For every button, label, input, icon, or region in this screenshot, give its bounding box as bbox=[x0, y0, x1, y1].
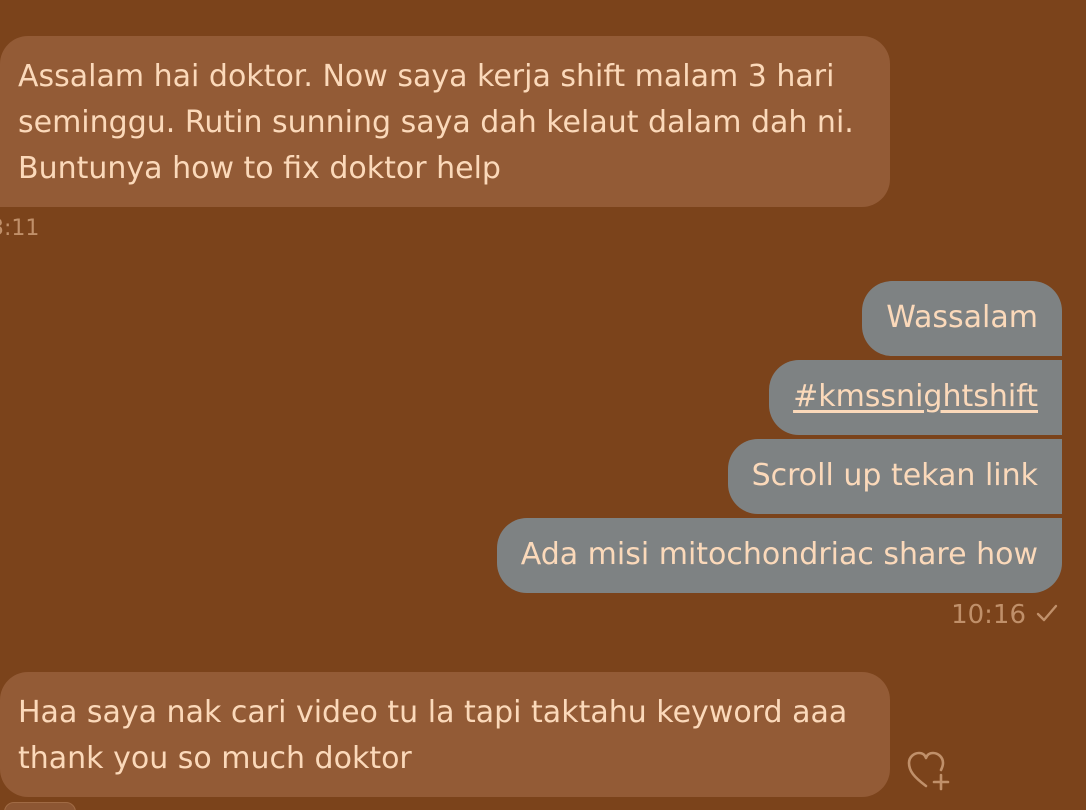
next-message-peek bbox=[4, 802, 76, 810]
hashtag-link[interactable]: #kmssnightshift bbox=[793, 379, 1038, 414]
outgoing-message-bubble-hashtag[interactable]: #kmssnightshift bbox=[769, 360, 1062, 435]
message-text: Wassalam bbox=[886, 300, 1038, 335]
check-icon bbox=[1036, 600, 1058, 630]
outgoing-message-bubble[interactable]: Scroll up tekan link bbox=[727, 439, 1062, 514]
message-text: Assalam hai doktor. Now saya kerja shift… bbox=[18, 59, 854, 186]
incoming-message-bubble[interactable]: Assalam hai doktor. Now saya kerja shift… bbox=[0, 36, 890, 207]
outgoing-message-timestamp: 10:16 bbox=[951, 600, 1026, 630]
outgoing-message-meta: 10:16 bbox=[951, 600, 1058, 630]
incoming-message-timestamp: 3:11 bbox=[0, 216, 40, 241]
outgoing-message-bubble[interactable]: Wassalam bbox=[862, 281, 1062, 356]
message-text: Scroll up tekan link bbox=[751, 458, 1038, 493]
incoming-message-bubble[interactable]: Haa saya nak cari video tu la tapi takta… bbox=[0, 672, 890, 797]
chat-screen: Assalam hai doktor. Now saya kerja shift… bbox=[0, 0, 1086, 810]
outgoing-message-bubble[interactable]: Ada misi mitochondriac share how bbox=[496, 518, 1062, 593]
message-text: Haa saya nak cari video tu la tapi takta… bbox=[18, 695, 848, 776]
heart-plus-icon[interactable] bbox=[906, 750, 954, 794]
message-text: Ada misi mitochondriac share how bbox=[520, 537, 1038, 572]
